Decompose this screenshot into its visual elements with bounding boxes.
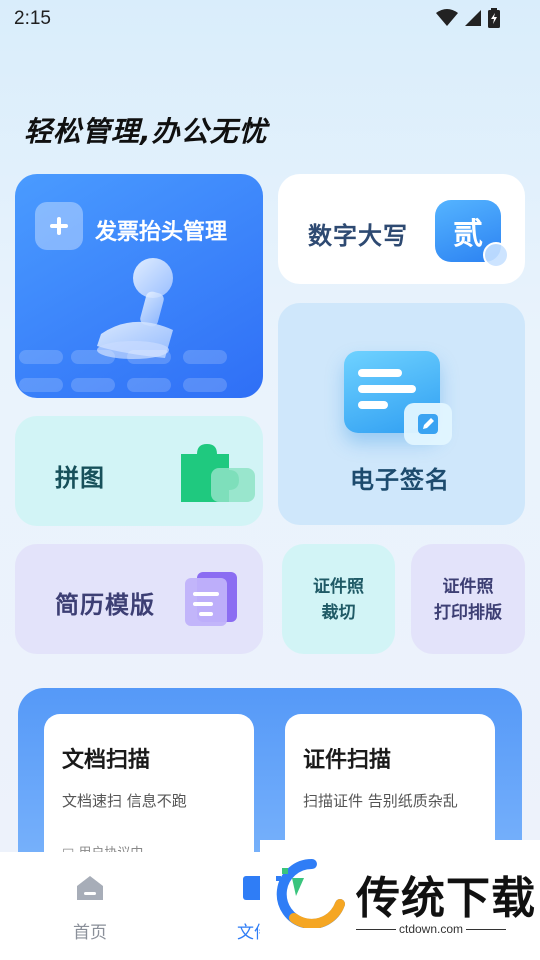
- puzzle-title: 拼图: [55, 464, 105, 492]
- headline: 轻松管理,办公无忧: [24, 115, 268, 148]
- nav-home-label: 首页: [73, 923, 107, 943]
- status-icons: [436, 8, 500, 28]
- certificate-scan-subtitle: 扫描证件 告别纸质杂乱: [303, 792, 458, 810]
- id-photo-print-line1: 证件照: [442, 577, 494, 597]
- home-icon: [77, 876, 103, 900]
- certificate-scan-title: 证件扫描: [303, 748, 392, 773]
- puzzle-piece-icon: [181, 444, 255, 502]
- document-scan-subtitle: 文档速扫 信息不跑: [62, 792, 187, 810]
- pen-icon: [404, 403, 452, 445]
- cell-signal-icon: [465, 10, 481, 26]
- e-signature-card[interactable]: 电子签名: [278, 303, 525, 525]
- invoice-header-card[interactable]: 发票抬头管理: [15, 174, 263, 398]
- resume-document-icon: [185, 572, 237, 626]
- invoice-decoration: [15, 348, 263, 398]
- bubble-decoration: [483, 242, 509, 268]
- document-scan-title: 文档扫描: [62, 748, 151, 773]
- status-time: 2:15: [14, 8, 51, 29]
- watermark: 传统下载 ctdown.com: [260, 840, 540, 940]
- watermark-url: ctdown.com: [398, 922, 464, 936]
- wifi-icon: [436, 9, 458, 26]
- id-photo-crop-title: 证件照 裁切: [282, 574, 395, 626]
- id-photo-print-line2: 打印排版: [434, 603, 502, 623]
- watermark-logo-icon: [276, 858, 345, 928]
- nav-home[interactable]: 首页: [50, 874, 130, 943]
- status-bar: 2:15: [0, 0, 540, 38]
- id-photo-crop-card[interactable]: 证件照 裁切: [282, 544, 395, 654]
- invoice-header-title: 发票抬头管理: [95, 220, 228, 245]
- battery-charging-icon: [488, 8, 500, 28]
- resume-template-card[interactable]: 简历模版: [15, 544, 263, 654]
- id-photo-crop-line2: 裁切: [321, 603, 356, 623]
- number-capital-title: 数字大写: [308, 222, 408, 250]
- e-signature-title: 电子签名: [350, 466, 450, 494]
- puzzle-card[interactable]: 拼图: [15, 416, 263, 526]
- plus-icon: [35, 202, 83, 250]
- id-photo-crop-line1: 证件照: [313, 577, 364, 597]
- id-photo-print-title: 证件照 打印排版: [411, 574, 525, 626]
- resume-template-title: 简历模版: [55, 591, 155, 619]
- number-capital-card[interactable]: 数字大写 贰: [278, 174, 525, 284]
- id-photo-print-card[interactable]: 证件照 打印排版: [411, 544, 525, 654]
- watermark-brand: 传统下载: [356, 873, 536, 924]
